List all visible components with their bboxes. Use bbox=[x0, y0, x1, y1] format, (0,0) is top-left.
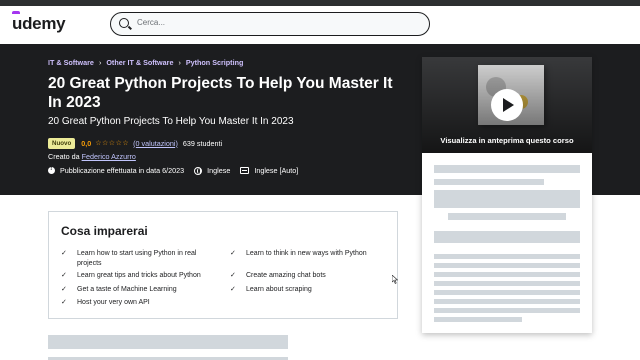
check-icon: ✓ bbox=[230, 286, 236, 293]
captions-icon bbox=[240, 167, 250, 174]
chevron-right-icon: › bbox=[98, 58, 102, 67]
star-rating-icon: ☆☆☆☆☆ bbox=[95, 140, 130, 147]
site-header: udemy Cerca... bbox=[0, 6, 640, 44]
logo-text: udemy bbox=[12, 14, 66, 33]
loading-placeholder bbox=[434, 281, 580, 286]
check-icon: ✓ bbox=[230, 250, 236, 257]
loading-placeholder bbox=[434, 290, 580, 295]
learn-item-text: Learn how to start using Python in real … bbox=[77, 250, 197, 267]
globe-icon bbox=[194, 166, 203, 175]
what-you-will-learn: Cosa imparerai ✓ Learn how to start usin… bbox=[48, 211, 398, 319]
search-input[interactable]: Cerca... bbox=[137, 18, 165, 27]
breadcrumb: IT & Software › Other IT & Software › Python… bbox=[48, 58, 243, 67]
loading-placeholder bbox=[434, 231, 580, 243]
reviews-link[interactable]: (0 valutazioni) bbox=[133, 139, 178, 148]
rating-row: Nuovo 0,0 ☆☆☆☆☆ (0 valutazioni) 639 stud… bbox=[48, 137, 222, 149]
new-badge: Nuovo bbox=[48, 137, 76, 149]
published-text: Pubblicazione effettuata in data 6/2023 bbox=[60, 166, 185, 175]
rating-value: 0,0 bbox=[81, 138, 92, 148]
loading-placeholder bbox=[434, 263, 580, 268]
students-count: 639 studenti bbox=[182, 138, 223, 148]
breadcrumb-item-it-software[interactable]: IT & Software bbox=[48, 58, 94, 67]
check-icon: ✓ bbox=[61, 272, 67, 279]
course-subtitle: 20 Great Python Projects To Help You Mas… bbox=[48, 116, 294, 127]
learn-item-text: Host your very own API bbox=[77, 299, 150, 306]
section-title: Cosa imparerai bbox=[61, 224, 148, 238]
loading-placeholder bbox=[434, 254, 580, 259]
creator-prefix: Creato da bbox=[48, 152, 80, 161]
learn-item-text: Learn about scraping bbox=[246, 286, 312, 293]
loading-placeholder bbox=[434, 165, 580, 173]
udemy-logo[interactable]: udemy bbox=[12, 11, 66, 34]
preview-label[interactable]: Visualizza in anteprima questo corso bbox=[422, 136, 592, 145]
breadcrumb-item-other-it[interactable]: Other IT & Software bbox=[106, 58, 173, 67]
learn-item-text: Learn great tips and tricks about Python bbox=[77, 272, 201, 279]
loading-placeholder bbox=[448, 213, 566, 220]
loading-placeholder bbox=[434, 317, 522, 322]
language-info: Inglese bbox=[194, 166, 230, 175]
published-info: Pubblicazione effettuata in data 6/2023 bbox=[48, 166, 184, 175]
loading-placeholder bbox=[48, 335, 288, 349]
alert-icon bbox=[48, 166, 55, 174]
loading-placeholder bbox=[434, 308, 580, 313]
loading-placeholder bbox=[434, 299, 580, 304]
logo-cap-mark bbox=[12, 11, 20, 14]
purchase-sidebar: Visualizza in anteprima questo corso bbox=[422, 57, 592, 333]
loading-placeholder bbox=[434, 190, 580, 208]
course-title: 20 Great Python Projects To Help You Mas… bbox=[48, 75, 393, 111]
mouse-cursor-icon bbox=[392, 275, 398, 284]
breadcrumb-item-python-scripting[interactable]: Python Scripting bbox=[186, 58, 244, 67]
check-icon: ✓ bbox=[61, 250, 67, 257]
check-icon: ✓ bbox=[61, 299, 67, 306]
instructor-link[interactable]: Federico Azzurro bbox=[82, 152, 136, 161]
loading-placeholder bbox=[434, 179, 544, 185]
learn-item-text: Get a taste of Machine Learning bbox=[77, 286, 177, 293]
captions-info: Inglese [Auto] bbox=[240, 166, 298, 175]
course-preview[interactable]: Visualizza in anteprima questo corso bbox=[422, 57, 592, 153]
learn-item-text: Create amazing chat bots bbox=[246, 272, 326, 279]
check-icon: ✓ bbox=[230, 272, 236, 279]
loading-placeholder bbox=[434, 272, 580, 277]
learn-item-text: Learn to think in new ways with Python bbox=[246, 250, 367, 257]
play-icon[interactable] bbox=[491, 89, 523, 121]
search-icon[interactable] bbox=[119, 18, 129, 28]
creator-line: Creato da Federico Azzurro bbox=[48, 152, 136, 161]
check-icon: ✓ bbox=[61, 286, 67, 293]
chevron-right-icon: › bbox=[178, 58, 181, 67]
search-bar[interactable]: Cerca... bbox=[110, 12, 430, 36]
course-info-row: Pubblicazione effettuata in data 6/2023 … bbox=[48, 166, 308, 175]
language-text: Inglese bbox=[207, 166, 231, 175]
captions-text: Inglese [Auto] bbox=[254, 166, 299, 175]
